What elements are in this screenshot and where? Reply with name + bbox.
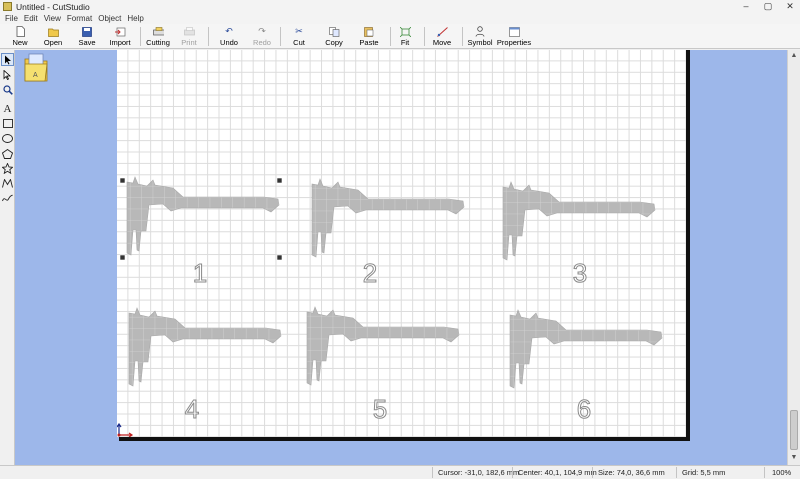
shape-number-label[interactable]: 1 [192, 258, 207, 289]
fit-button[interactable]: Fit [394, 25, 416, 48]
copy-icon [328, 26, 340, 37]
cut-button[interactable]: ✂ Cut [286, 25, 312, 48]
cutting-button[interactable]: Cutting [144, 25, 172, 48]
shape-number-label[interactable]: 2 [362, 258, 377, 289]
menu-format[interactable]: Format [64, 14, 95, 23]
shape-number-label[interactable]: 4 [184, 394, 199, 425]
copy-button[interactable]: Copy [320, 25, 348, 48]
origin-marker [116, 422, 135, 438]
text-tool-icon[interactable]: A [1, 102, 14, 115]
selection-handle[interactable] [119, 254, 126, 261]
move-button[interactable]: Move [428, 25, 456, 48]
shape-number-label[interactable]: 5 [372, 394, 387, 425]
caliper-shape[interactable] [306, 306, 460, 386]
main-toolbar: New Open Save Import Cutting Print ↶ Und… [0, 24, 800, 49]
menu-edit[interactable]: Edit [21, 14, 41, 23]
curve-icon[interactable] [1, 192, 14, 205]
title-bar: Untitled - CutStudio – ▢ ✕ [0, 0, 800, 13]
polygon-icon[interactable] [1, 147, 14, 160]
open-button[interactable]: Open [38, 25, 68, 48]
zoom-icon[interactable] [1, 83, 14, 96]
selection-handle[interactable] [119, 177, 126, 184]
canvas-workspace[interactable]: A 1 2 3 4 5 6 [15, 50, 787, 465]
selection-handle[interactable] [276, 254, 283, 261]
scroll-down-icon[interactable]: ▼ [788, 452, 800, 464]
status-bar: Cursor: -31,0, 182,6 mm Center: 40,1, 10… [0, 465, 800, 479]
undo-button[interactable]: ↶ Undo [214, 25, 244, 48]
document-icon: A [22, 53, 50, 83]
scroll-thumb[interactable] [790, 410, 798, 450]
shapes-layer: 1 2 3 4 5 6 [119, 176, 663, 425]
status-cursor: Cursor: -31,0, 182,6 mm [438, 468, 520, 477]
star-icon[interactable] [1, 162, 14, 175]
window-title: Untitled - CutStudio [16, 1, 90, 12]
open-folder-icon [47, 26, 59, 37]
scissors-icon: ✂ [295, 26, 303, 36]
import-button[interactable]: Import [104, 25, 136, 48]
svg-text:A: A [33, 72, 38, 79]
print-button[interactable]: Print [176, 25, 202, 48]
menu-view[interactable]: View [41, 14, 64, 23]
origin-arrows-icon [116, 422, 134, 438]
app-icon [3, 2, 12, 11]
scroll-up-icon[interactable]: ▲ [788, 50, 800, 62]
node-edit-arrow-icon[interactable] [1, 68, 14, 81]
properties-button[interactable]: Properties [496, 25, 532, 48]
shape-number-label[interactable]: 6 [576, 394, 591, 425]
minimize-icon[interactable]: – [740, 0, 752, 12]
menu-bar: File Edit View Format Object Help [0, 13, 800, 24]
select-arrow-icon[interactable] [1, 53, 14, 66]
caliper-shape[interactable] [509, 309, 663, 389]
vertical-scrollbar[interactable]: ▲ ▼ [787, 50, 800, 465]
status-grid: Grid: 5,5 mm [682, 468, 726, 477]
save-button[interactable]: Save [72, 25, 102, 48]
cutting-plotter-icon [152, 26, 164, 37]
status-size: Size: 74,0, 36,6 mm [598, 468, 665, 477]
redo-button[interactable]: ↷ Redo [248, 25, 276, 48]
redo-icon: ↷ [258, 26, 266, 36]
close-icon[interactable]: ✕ [784, 0, 796, 12]
ellipse-icon[interactable] [1, 132, 14, 145]
fit-icon [399, 26, 411, 37]
printer-icon [183, 26, 195, 37]
menu-file[interactable]: File [2, 14, 21, 23]
shape-number-label[interactable]: 3 [572, 258, 587, 289]
maximize-icon[interactable]: ▢ [762, 0, 774, 12]
status-zoom: 100% [772, 468, 792, 477]
save-disk-icon [82, 26, 93, 37]
caliper-shape[interactable] [128, 307, 282, 387]
window-controls: – ▢ ✕ [740, 0, 796, 12]
caliper-shape[interactable] [126, 176, 280, 256]
symbol-icon [475, 26, 486, 37]
symbol-button[interactable]: Symbol [466, 25, 494, 48]
caliper-shape[interactable] [311, 178, 465, 258]
move-icon [436, 26, 448, 37]
import-icon [114, 26, 126, 37]
polyline-icon[interactable] [1, 177, 14, 190]
cutting-sheet[interactable]: 1 2 3 4 5 6 [116, 50, 686, 438]
menu-help[interactable]: Help [124, 14, 146, 23]
paste-button[interactable]: Paste [354, 25, 384, 48]
status-center: Center: 40,1, 104,9 mm [518, 468, 597, 477]
new-button[interactable]: New [6, 25, 34, 48]
paste-icon [364, 26, 375, 37]
undo-icon: ↶ [225, 26, 233, 36]
drawing-toolbox: A [0, 50, 15, 465]
new-document-icon [15, 26, 26, 37]
caliper-shape[interactable] [502, 181, 656, 261]
menu-object[interactable]: Object [95, 14, 124, 23]
selection-handle[interactable] [276, 177, 283, 184]
rectangle-icon[interactable] [1, 117, 14, 130]
properties-icon [508, 26, 520, 37]
